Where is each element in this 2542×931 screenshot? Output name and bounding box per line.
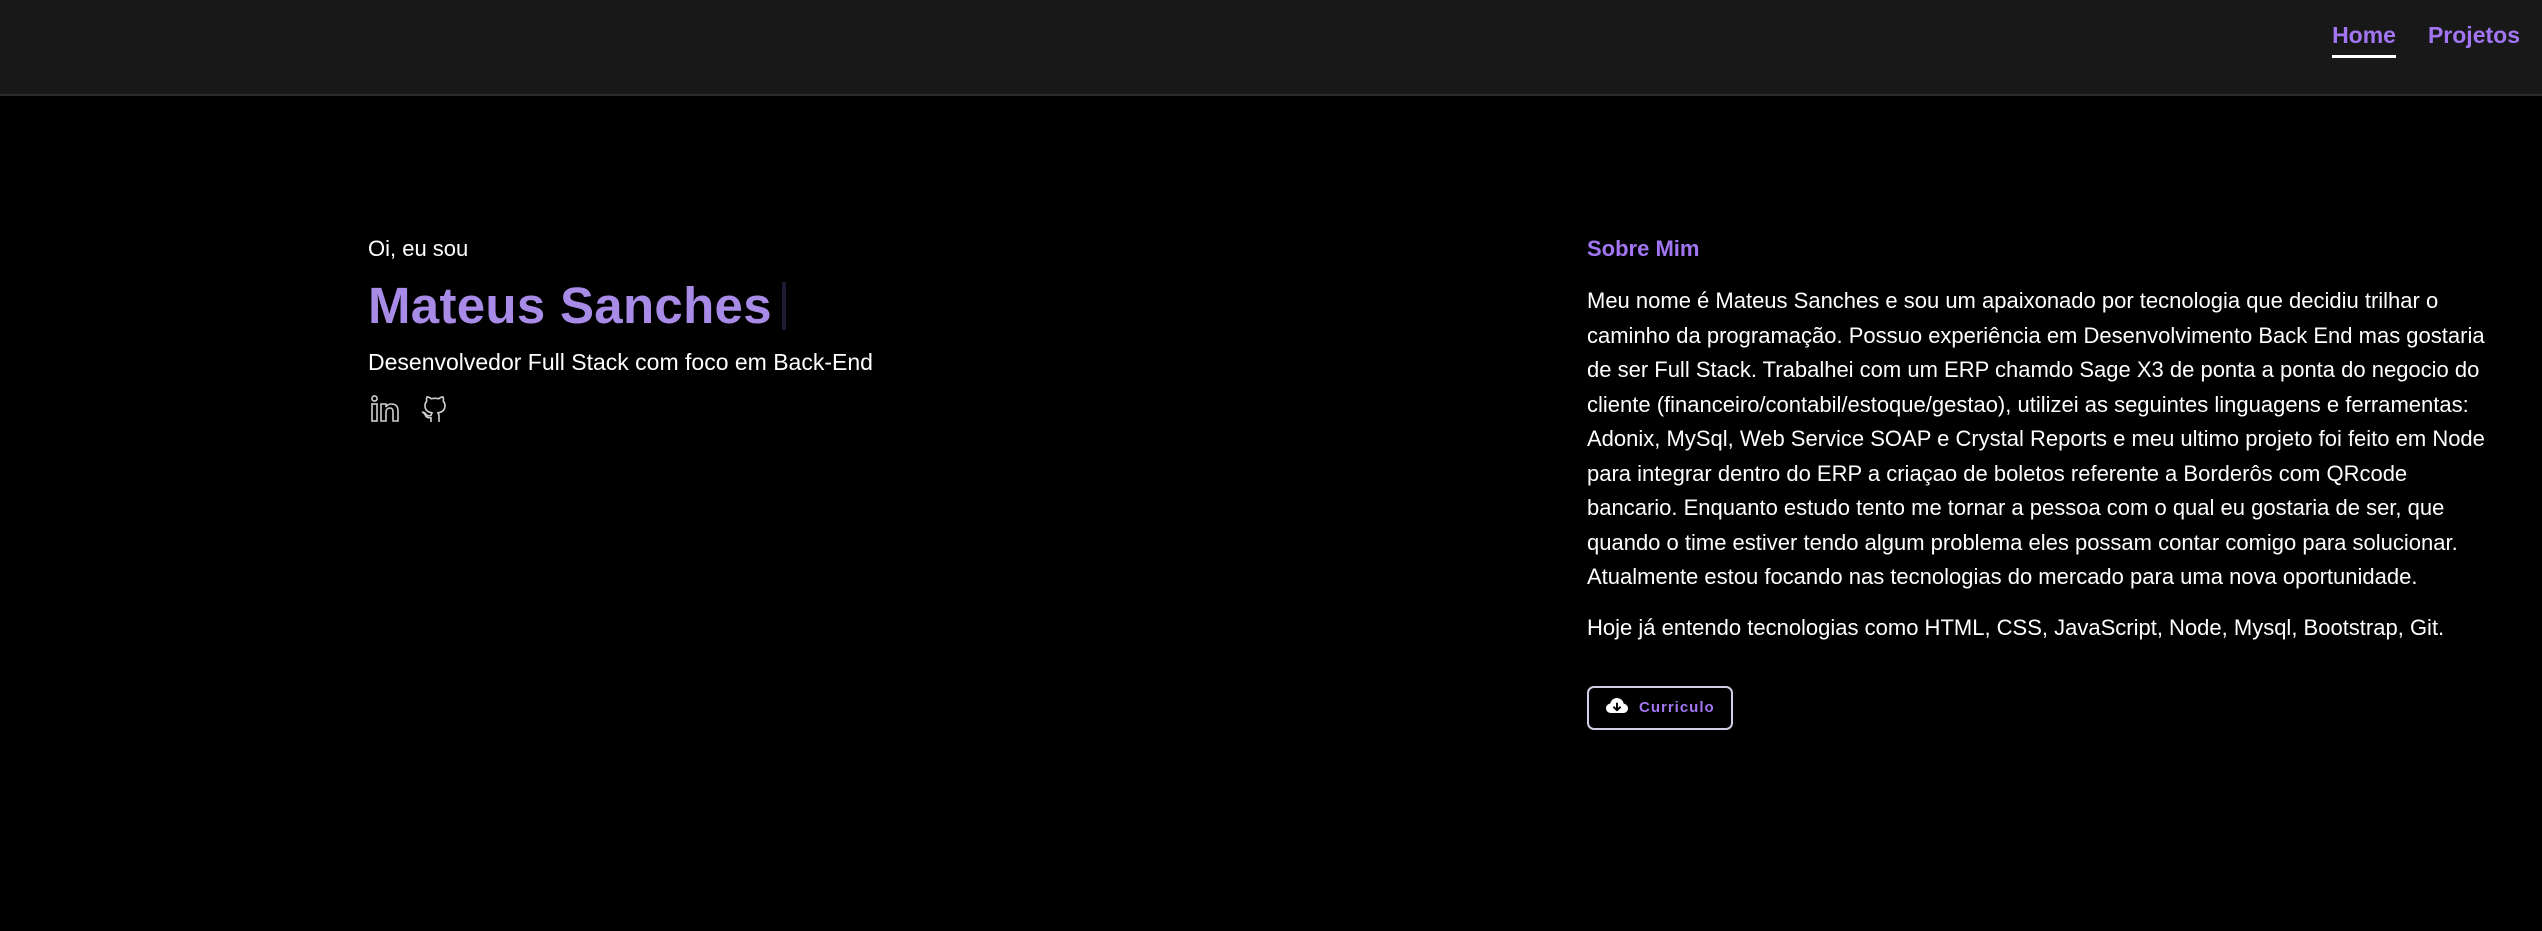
social-links [368,394,1068,428]
linkedin-link[interactable] [368,394,402,428]
about-section: Sobre Mim Meu nome é Mateus Sanches e so… [1587,236,2497,730]
github-link[interactable] [418,394,452,428]
about-technologies: Hoje já entendo tecnologias como HTML, C… [1587,614,2445,640]
about-title: Sobre Mim [1587,236,1700,261]
typing-cursor [781,281,786,330]
github-icon [419,393,451,430]
hero-name: Mateus Sanches [368,277,772,334]
nav-projetos-link[interactable]: Projetos [2428,22,2520,58]
nav-home-link[interactable]: Home [2332,22,2396,58]
greeting-text: Oi, eu sou [368,236,469,261]
cloud-download-icon [1605,696,1629,720]
about-description: Meu nome é Mateus Sanches e sou um apaix… [1587,288,2485,589]
hero-role: Desenvolvedor Full Stack com foco em Bac… [368,349,873,375]
navbar: Home Projetos [0,0,2542,96]
name-row: Mateus Sanches [368,280,1068,331]
curriculo-button-label: Curriculo [1639,699,1715,716]
hero-section: Oi, eu sou Mateus Sanches Desenvolvedor … [368,236,1068,428]
linkedin-icon [369,393,401,430]
nav-links: Home Projetos [2332,22,2520,58]
curriculo-download-button[interactable]: Curriculo [1587,685,1733,730]
